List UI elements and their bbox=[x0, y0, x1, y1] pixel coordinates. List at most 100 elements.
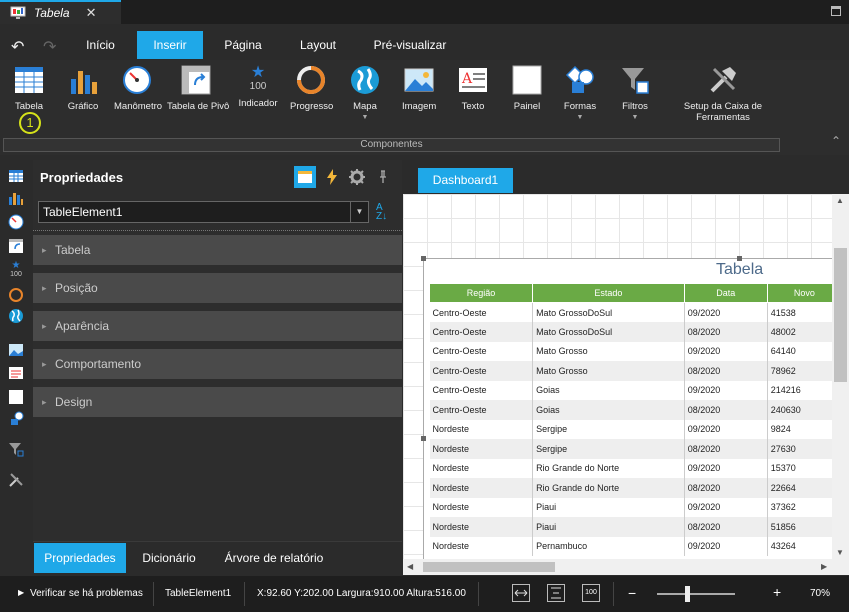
resize-handle[interactable] bbox=[421, 256, 426, 261]
tab-dashboard1[interactable]: Dashboard1 bbox=[418, 168, 513, 193]
undo-icon[interactable]: ↶ bbox=[11, 37, 24, 57]
zoom-100-button[interactable]: 100 bbox=[582, 584, 600, 602]
image-icon[interactable] bbox=[8, 342, 24, 358]
table-cell: 43264 bbox=[767, 536, 832, 556]
properties-view-button[interactable] bbox=[294, 166, 316, 188]
collapse-ribbon-icon[interactable]: ⌃ bbox=[831, 134, 841, 148]
events-button[interactable] bbox=[321, 166, 343, 188]
zoom-slider-thumb[interactable] bbox=[684, 586, 690, 602]
table-row[interactable]: Nordeste Rio Grande do Norte 08/2020 22664 bbox=[429, 478, 832, 498]
scroll-down-icon[interactable]: ▼ bbox=[836, 548, 844, 557]
vertical-scrollbar[interactable]: ▲ ▼ bbox=[832, 194, 849, 559]
menu-pagina[interactable]: Página bbox=[212, 31, 274, 59]
bar-chart-icon[interactable] bbox=[8, 190, 24, 206]
scroll-right-icon[interactable]: ▶ bbox=[821, 562, 827, 571]
pin-button[interactable] bbox=[372, 166, 394, 188]
category-comportamento[interactable]: Comportamento bbox=[33, 349, 402, 379]
tab-propriedades[interactable]: Propriedades bbox=[34, 543, 126, 573]
settings-button[interactable] bbox=[346, 166, 368, 188]
ribbon-grafico-button[interactable]: Gráfico bbox=[65, 65, 101, 112]
category-aparencia[interactable]: Aparência bbox=[33, 311, 402, 341]
progress-ring-icon[interactable] bbox=[8, 287, 24, 303]
ribbon-mapa-button[interactable]: Mapa ▼ bbox=[347, 65, 383, 121]
table-row[interactable]: Centro-Oeste Mato GrossoDoSul 08/2020 48002 bbox=[429, 322, 832, 342]
ribbon-texto-button[interactable]: A Texto bbox=[457, 65, 489, 112]
fit-width-button[interactable] bbox=[512, 584, 530, 602]
table-row[interactable]: Nordeste Rio Grande do Norte 09/2020 15370 bbox=[429, 458, 832, 478]
table-row[interactable]: Nordeste Piaui 08/2020 51856 bbox=[429, 517, 832, 537]
fit-height-button[interactable] bbox=[547, 584, 565, 602]
pivot-table-icon[interactable] bbox=[8, 238, 24, 254]
table-row[interactable]: Centro-Oeste Mato Grosso 08/2020 78962 bbox=[429, 361, 832, 381]
ribbon-manometro-button[interactable]: Manômetro bbox=[114, 65, 162, 112]
category-tabela[interactable]: Tabela bbox=[33, 235, 402, 265]
menu-layout[interactable]: Layout bbox=[288, 31, 348, 59]
menu-inicio[interactable]: Início bbox=[73, 31, 128, 59]
scroll-left-icon[interactable]: ◀ bbox=[407, 562, 413, 571]
shapes-icon[interactable] bbox=[8, 410, 24, 426]
table-cell: Goias bbox=[532, 380, 685, 400]
table-element[interactable]: Tabela Região Estado Data Novo Centro-Oeste… bbox=[421, 256, 832, 559]
redo-icon[interactable]: ↷ bbox=[43, 37, 56, 57]
table-row[interactable]: Centro-Oeste Mato Grosso 09/2020 64140 bbox=[429, 341, 832, 361]
pivot-table-icon bbox=[181, 65, 211, 95]
table-row[interactable]: Nordeste Sergipe 08/2020 27630 bbox=[429, 439, 832, 459]
table-row[interactable]: Nordeste Pernambuco 09/2020 43264 bbox=[429, 536, 832, 556]
globe-icon[interactable] bbox=[8, 308, 24, 324]
table-cell: Nordeste bbox=[429, 517, 534, 537]
menu-inserir[interactable]: Inserir bbox=[137, 31, 203, 59]
tab-arvore-relatorio[interactable]: Árvore de relatório bbox=[214, 543, 334, 573]
table-row[interactable]: Nordeste Sergipe 09/2020 9824 bbox=[429, 419, 832, 439]
table-row[interactable]: Centro-Oeste Goias 09/2020 214216 bbox=[429, 380, 832, 400]
gauge-icon[interactable] bbox=[8, 214, 24, 230]
menu-pre-visualizar[interactable]: Pré-visualizar bbox=[362, 31, 458, 59]
scroll-thumb[interactable] bbox=[423, 562, 555, 572]
sort-alphabetical-icon[interactable]: A Z↓ bbox=[376, 203, 394, 222]
zoom-slider[interactable] bbox=[657, 593, 735, 595]
ribbon-tabela-pivo-button[interactable]: Tabela de Pivô bbox=[167, 65, 229, 112]
table-header-cell[interactable]: Novo bbox=[766, 283, 832, 303]
ribbon-formas-button[interactable]: Formas ▼ bbox=[562, 65, 598, 121]
category-posicao[interactable]: Posição bbox=[33, 273, 402, 303]
fit-height-icon bbox=[551, 587, 561, 599]
ribbon-filtros-button[interactable]: Filtros ▼ bbox=[618, 65, 652, 121]
scroll-up-icon[interactable]: ▲ bbox=[836, 196, 844, 205]
ribbon-tabela-button[interactable]: Tabela bbox=[12, 65, 46, 112]
chevron-down-icon[interactable]: ▼ bbox=[350, 202, 368, 222]
close-icon[interactable]: ✕ bbox=[86, 5, 97, 21]
zoom-out-button[interactable]: − bbox=[628, 585, 636, 601]
table-header-cell[interactable]: Região bbox=[428, 283, 534, 303]
panel-icon[interactable] bbox=[8, 389, 24, 405]
filter-icon[interactable] bbox=[8, 441, 24, 457]
ribbon-setup-caixa-ferramentas-button[interactable]: Setup da Caixa de Ferramentas bbox=[683, 65, 763, 123]
expand-icon[interactable]: ▶ bbox=[18, 588, 24, 597]
ribbon-painel-button[interactable]: Painel bbox=[510, 65, 544, 112]
ribbon-indicador-button[interactable]: ★ 100 Indicador bbox=[238, 65, 278, 110]
element-selector[interactable]: TableElement1 ▼ bbox=[38, 201, 369, 223]
text-icon[interactable] bbox=[8, 365, 24, 381]
table-icon[interactable] bbox=[8, 168, 24, 184]
table-cell: 22664 bbox=[767, 478, 832, 498]
ribbon-imagem-button[interactable]: Imagem bbox=[402, 65, 436, 112]
category-design[interactable]: Design bbox=[33, 387, 402, 417]
scroll-thumb[interactable] bbox=[834, 248, 847, 382]
table-row[interactable]: Nordeste Piaui 09/2020 37362 bbox=[429, 497, 832, 517]
ribbon-progresso-button[interactable]: Progresso bbox=[290, 65, 333, 112]
table-row[interactable]: Centro-Oeste Goias 08/2020 240630 bbox=[429, 400, 832, 420]
check-issues-button[interactable]: Verificar se há problemas bbox=[30, 588, 143, 599]
table-cell: 08/2020 bbox=[684, 439, 768, 459]
zoom-level: 70% bbox=[810, 588, 831, 599]
indicator-icon[interactable]: ★ 100 bbox=[8, 261, 24, 279]
horizontal-scrollbar[interactable]: ◀ ▶ bbox=[403, 559, 849, 575]
document-tab[interactable]: Tabela ✕ bbox=[0, 0, 121, 24]
window-restore-icon[interactable] bbox=[831, 6, 841, 16]
dashboard-canvas[interactable]: Tabela Região Estado Data Novo Centro-Oeste… bbox=[403, 194, 832, 559]
table-cell: Nordeste bbox=[429, 497, 534, 517]
tools-icon[interactable] bbox=[8, 472, 24, 488]
table-header-cell[interactable]: Estado bbox=[532, 283, 685, 303]
table-row[interactable]: Centro-Oeste Mato GrossoDoSul 09/2020 41538 bbox=[429, 302, 832, 322]
resize-handle[interactable] bbox=[421, 436, 426, 441]
zoom-in-button[interactable]: + bbox=[773, 584, 781, 600]
table-header-cell[interactable]: Data bbox=[683, 283, 768, 303]
tab-dicionario[interactable]: Dicionário bbox=[133, 543, 205, 573]
